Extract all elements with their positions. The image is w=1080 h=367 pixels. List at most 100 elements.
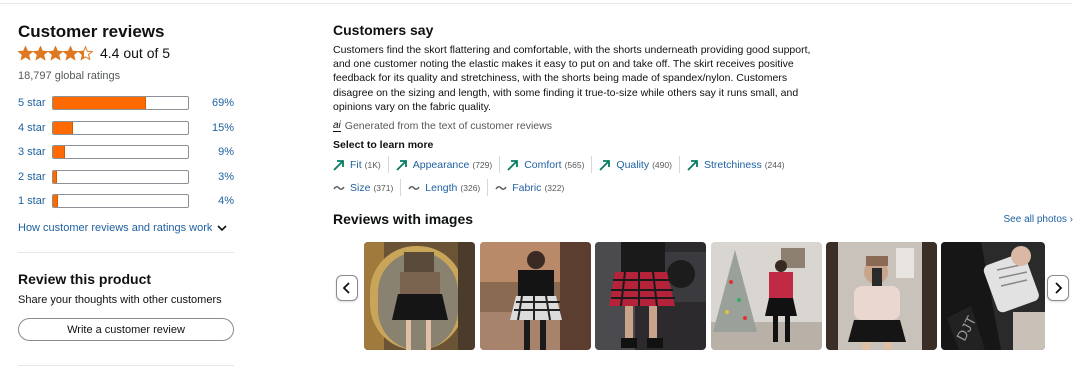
star-icon: [63, 45, 78, 60]
histogram-row-4-star[interactable]: 4 star 15%: [18, 116, 234, 141]
aspect-count: (326): [460, 182, 481, 193]
aspect-count: (565): [564, 159, 585, 170]
histogram-row-5-star[interactable]: 5 star 69%: [18, 91, 234, 116]
aspect-chip-comfort[interactable]: Comfort (565): [507, 156, 593, 174]
tilde-icon: [495, 185, 507, 190]
review-photo: [480, 242, 591, 350]
chevron-right-icon: [1055, 282, 1063, 294]
average-rating[interactable]: 4.4 out of 5: [18, 44, 234, 62]
ai-generated-note: ai Generated from the text of customer r…: [333, 118, 1073, 134]
aspect-chip-size[interactable]: Size (371): [333, 179, 402, 197]
chevron-left-icon: [342, 282, 350, 294]
histogram-row-2-star[interactable]: 2 star 3%: [18, 165, 234, 190]
histogram-bar: [52, 96, 189, 111]
global-ratings-count: 18,797 global ratings: [18, 70, 121, 82]
aspect-count: (729): [472, 159, 493, 170]
review-photo: DJT: [941, 242, 1045, 350]
tilde-icon: [333, 185, 345, 190]
aspect-chip-appearance[interactable]: Appearance (729): [396, 156, 501, 174]
ai-icon: ai: [333, 119, 341, 132]
aspect-count: (371): [373, 182, 394, 193]
histogram-label: 2 star: [18, 170, 46, 183]
review-photo: [364, 242, 475, 350]
aspect-name: Appearance: [412, 158, 470, 171]
aspect-chip-stretchiness[interactable]: Stretchiness (244): [687, 156, 792, 173]
review-image-thumbnail[interactable]: [826, 242, 937, 350]
histogram-label: 3 star: [18, 146, 46, 159]
customer-reviews-panel: Customer reviews 4.4 out of 5 18,797 glo…: [18, 22, 234, 234]
aspect-name: Fit: [350, 158, 362, 171]
aspect-chip-length[interactable]: Length (326): [408, 179, 489, 197]
trend-up-icon: [333, 159, 344, 171]
review-image-carousel: DJT: [336, 242, 1072, 350]
review-photo: [711, 242, 822, 350]
review-product-title: Review this product: [18, 271, 152, 287]
histogram-label: 5 star: [18, 97, 46, 110]
histogram-bar-fill: [53, 121, 74, 134]
review-photo: [595, 242, 706, 350]
see-all-photos-link[interactable]: See all photos ›: [1004, 214, 1074, 225]
customers-say-title: Customers say: [333, 22, 434, 38]
aspect-count: (490): [652, 159, 672, 170]
reviews-with-images-header: Reviews with images See all photos ›: [333, 211, 1073, 227]
reviews-with-images-title: Reviews with images: [333, 211, 474, 227]
write-review-button[interactable]: Write a customer review: [18, 318, 234, 341]
histogram-percent: 4%: [218, 195, 234, 208]
review-image-thumbnail[interactable]: [480, 242, 591, 350]
top-divider: [0, 3, 1072, 4]
histogram-bar-fill: [53, 97, 147, 110]
carousel-prev-button[interactable]: [336, 275, 358, 301]
review-product-subtitle: Share your thoughts with other customers: [18, 294, 222, 306]
aspect-name: Size: [350, 181, 371, 194]
select-to-learn-label: Select to learn more: [333, 139, 434, 152]
star-icon: [48, 45, 63, 60]
aspect-chips: Fit (1K) Appearance (729) Comfort (565) Qualit…: [333, 156, 813, 197]
histogram-bar: [52, 120, 189, 135]
review-image-thumbnail[interactable]: DJT: [941, 242, 1045, 350]
aspect-count: (322): [544, 182, 565, 193]
histogram-percent: 69%: [211, 97, 234, 110]
star-icon: [18, 45, 33, 60]
histogram-bar: [52, 169, 189, 184]
section-divider-bottom: [18, 365, 234, 366]
aspect-name: Length: [425, 181, 458, 194]
chevron-down-icon: [217, 224, 227, 231]
review-image-thumbnail[interactable]: [595, 242, 706, 350]
histogram-row-1-star[interactable]: 1 star 4%: [18, 189, 234, 214]
aspect-chip-fabric[interactable]: Fabric (322): [495, 179, 571, 196]
trend-up-icon: [687, 159, 698, 171]
histogram-percent: 3%: [218, 170, 234, 183]
histogram-bar-fill: [53, 195, 59, 208]
histogram-bar: [52, 145, 189, 160]
rating-text: 4.4 out of 5: [100, 45, 171, 61]
histogram-bar-fill: [53, 170, 58, 183]
aspect-count: (244): [764, 159, 785, 170]
ai-note-text: Generated from the text of customer revi…: [344, 120, 552, 133]
histogram-bar: [52, 194, 189, 209]
star-icon: [33, 45, 48, 60]
trend-up-icon: [507, 159, 519, 171]
how-reviews-work-label: How customer reviews and ratings work: [18, 221, 213, 234]
tilde-icon: [408, 185, 420, 190]
aspect-name: Comfort: [524, 158, 562, 171]
review-photo: [826, 242, 937, 350]
section-divider: [18, 252, 234, 253]
review-image-thumbnail[interactable]: [711, 242, 822, 350]
how-reviews-work-link[interactable]: How customer reviews and ratings work: [18, 222, 234, 234]
histogram-percent: 15%: [211, 121, 234, 134]
ai-review-summary: Customers find the skort flattering and …: [333, 44, 811, 113]
histogram-label: 4 star: [18, 121, 46, 134]
histogram-bar-fill: [53, 146, 66, 159]
carousel-next-button[interactable]: [1047, 275, 1069, 301]
histogram-label: 1 star: [18, 195, 46, 208]
aspect-name: Fabric: [512, 181, 542, 194]
histogram-row-3-star[interactable]: 3 star 9%: [18, 140, 234, 165]
trend-up-icon: [599, 159, 611, 171]
trend-up-icon: [396, 159, 407, 171]
aspect-chip-fit[interactable]: Fit (1K): [333, 156, 389, 174]
review-image-thumbnail[interactable]: [364, 242, 475, 350]
aspect-name: Quality: [616, 158, 650, 171]
aspect-count: (1K): [364, 159, 381, 170]
star-rating: [18, 45, 93, 61]
aspect-chip-quality[interactable]: Quality (490): [599, 156, 680, 174]
